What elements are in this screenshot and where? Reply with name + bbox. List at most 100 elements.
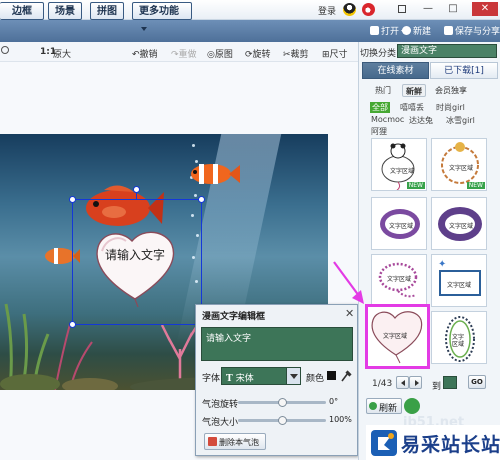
new-label: 新建 xyxy=(413,27,432,37)
next-page-button[interactable] xyxy=(409,376,422,389)
bubble-rotate-knob[interactable] xyxy=(277,398,287,407)
crop-label: 裁剪 xyxy=(290,50,309,60)
redo-icon: ↷ xyxy=(171,50,179,60)
resize-icon: ⊞ xyxy=(322,50,330,60)
minimize-button[interactable]: — xyxy=(421,2,435,16)
water-bubble xyxy=(194,194,197,197)
tab-downloaded[interactable]: 已下载[1] xyxy=(430,62,498,79)
tag-item[interactable]: 嘻嘻丢 xyxy=(400,102,424,113)
font-type-icon: T xyxy=(226,374,233,384)
delete-bubble-label: 删除本气泡 xyxy=(219,438,259,447)
tag-all[interactable]: 全部 xyxy=(370,102,390,113)
thumbnail-label: 文字区域 xyxy=(390,168,415,175)
tag-item[interactable]: 阿狸 xyxy=(371,126,387,137)
rotate-label: 旋转 xyxy=(252,50,271,60)
redo-button[interactable]: ↷重做 xyxy=(171,47,197,60)
thumbnail-label: 文字区域 xyxy=(449,223,474,230)
tag-item[interactable]: Mocmoc xyxy=(371,115,404,124)
tag-item[interactable]: 冰雪girl xyxy=(446,115,475,126)
tab-online-materials[interactable]: 在线素材 xyxy=(362,62,429,79)
more-button[interactable] xyxy=(404,398,420,414)
category-select[interactable]: 漫画文字 xyxy=(397,44,497,58)
menu-icon[interactable] xyxy=(398,5,406,13)
reset-label: 原图 xyxy=(214,50,233,60)
bubble-rotate-value: 0° xyxy=(329,397,339,406)
rotate-button[interactable]: ⟳旋转 xyxy=(245,47,271,60)
thumbnail-label: 文字区域 xyxy=(449,165,474,172)
watermark-site-name: 易采站长站 xyxy=(401,434,500,456)
zoom-icon[interactable] xyxy=(1,46,9,54)
dialog-close-button[interactable]: ✕ xyxy=(345,307,354,320)
original-size-label[interactable]: 原大 xyxy=(53,47,71,60)
font-value: 宋体 xyxy=(235,374,254,384)
tab-border[interactable]: 边框 xyxy=(0,2,44,20)
material-thumbnail[interactable]: 文字区域 xyxy=(371,197,427,250)
resize-handle-top-right[interactable] xyxy=(198,196,205,203)
bubble-rotate-label: 气泡旋转 xyxy=(202,400,239,410)
prev-page-button[interactable] xyxy=(396,376,409,389)
material-thumbnail[interactable]: ✦ 文字区域 xyxy=(431,254,487,307)
plus-icon xyxy=(402,26,411,35)
bubble-text-input[interactable]: 请输入文字 xyxy=(201,327,353,361)
color-swatch[interactable] xyxy=(327,371,336,380)
resize-button[interactable]: ⊞尺寸 xyxy=(322,47,348,60)
goto-label: 到 xyxy=(432,382,442,392)
tab-collage-label: 拼图 xyxy=(97,6,117,17)
refresh-icon xyxy=(369,402,377,410)
tab-more-features[interactable]: 更多功能 xyxy=(132,2,192,31)
dialog-title: 漫画文字编辑框 xyxy=(202,312,266,322)
eyedropper-icon[interactable] xyxy=(340,368,352,382)
clownfish xyxy=(191,164,240,184)
resize-handle-bottom-left[interactable] xyxy=(69,321,76,328)
filter-new[interactable]: 新鲜 xyxy=(402,84,426,97)
rotate-icon: ⟳ xyxy=(245,50,253,60)
resize-handle-top-left[interactable] xyxy=(69,196,76,203)
undo-icon: ↶ xyxy=(132,50,140,60)
tag-item[interactable]: 达达兔 xyxy=(409,115,433,126)
site-logo-icon xyxy=(371,430,397,456)
tab-collage[interactable]: 拼图 xyxy=(90,2,124,20)
tab-more-label: 更多功能 xyxy=(139,6,179,17)
size-label: 尺寸 xyxy=(329,50,348,60)
new-badge: NEW xyxy=(466,182,485,189)
material-thumbnail[interactable]: 文字区域 NEW xyxy=(431,138,487,191)
undo-label: 撤销 xyxy=(139,50,158,60)
maximize-button[interactable]: □ xyxy=(446,2,460,16)
save-icon xyxy=(444,26,453,35)
material-thumbnail-selected[interactable]: 文字区域 xyxy=(365,304,430,369)
bubble-text[interactable]: 请输入文字 xyxy=(104,248,166,262)
comic-text-edit-dialog: 漫画文字编辑框 ✕ 请输入文字 字体 T 宋体 颜色 气泡旋转 0° 气泡大小 1… xyxy=(195,304,358,456)
qq-icon[interactable] xyxy=(343,3,356,16)
close-window-button[interactable]: ✕ xyxy=(472,2,498,16)
weibo-icon[interactable] xyxy=(362,3,375,16)
material-thumbnail[interactable]: 文字区域 NEW xyxy=(371,138,427,191)
new-badge: NEW xyxy=(406,182,425,189)
material-thumbnail[interactable]: 文字区域 xyxy=(431,197,487,250)
material-thumbnail[interactable]: 文字区域 xyxy=(371,254,427,307)
rotate-handle[interactable] xyxy=(133,186,140,193)
page-number-input[interactable] xyxy=(443,376,457,389)
undo-button[interactable]: ↶撤销 xyxy=(132,47,158,60)
filter-hot[interactable]: 热门 xyxy=(372,84,394,97)
tab-border-label: 边框 xyxy=(12,6,32,17)
tab-scene[interactable]: 场景 xyxy=(48,2,82,20)
material-thumbnail[interactable]: 文字区域 xyxy=(431,311,487,364)
crop-button[interactable]: ✂裁剪 xyxy=(283,47,309,60)
save-share-button[interactable]: 保存与分享 xyxy=(444,24,500,37)
redo-label: 重做 xyxy=(178,50,197,60)
filter-vip-only[interactable]: 会员独享 xyxy=(432,84,470,97)
original-image-button[interactable]: ◎原图 xyxy=(207,47,233,60)
tag-item[interactable]: 时尚girl xyxy=(436,102,465,113)
chevron-down-icon xyxy=(141,27,147,31)
bubble-size-value: 100% xyxy=(329,415,352,424)
bubble-size-knob[interactable] xyxy=(277,416,287,425)
refresh-button[interactable]: 刷新 xyxy=(366,398,402,414)
login-link[interactable]: 登录 xyxy=(318,4,336,17)
go-button[interactable]: GO xyxy=(468,375,486,389)
reset-icon: ◎ xyxy=(207,50,215,60)
crop-icon: ✂ xyxy=(283,50,291,60)
new-button[interactable]: 新建 xyxy=(402,24,431,37)
chevron-down-icon[interactable] xyxy=(286,368,300,384)
delete-bubble-button[interactable]: 删除本气泡 xyxy=(204,433,266,450)
heart-speech-bubble[interactable] xyxy=(92,227,178,307)
